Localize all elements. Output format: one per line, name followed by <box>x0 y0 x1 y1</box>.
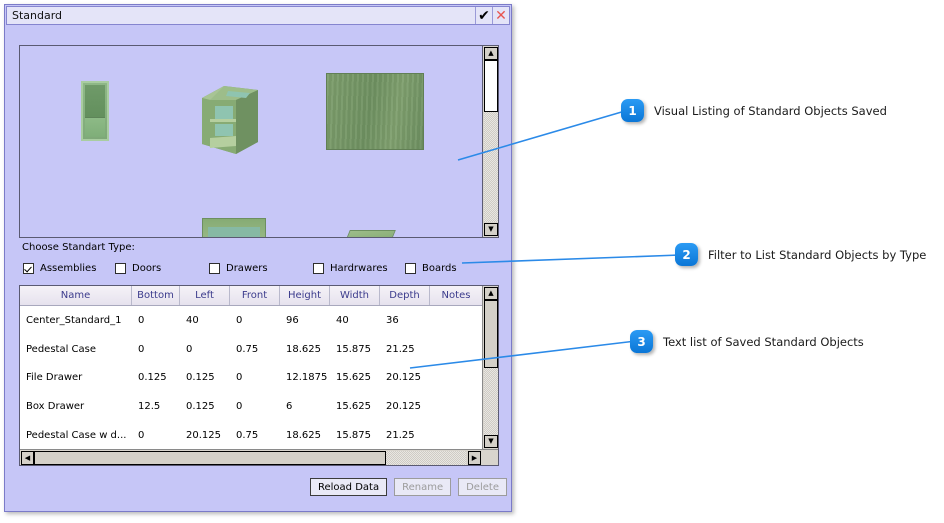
callout-leader-lines <box>409 110 681 369</box>
callout-1-leader <box>457 110 626 161</box>
callout-3-leader <box>409 340 637 369</box>
callout-2-leader <box>461 254 681 264</box>
